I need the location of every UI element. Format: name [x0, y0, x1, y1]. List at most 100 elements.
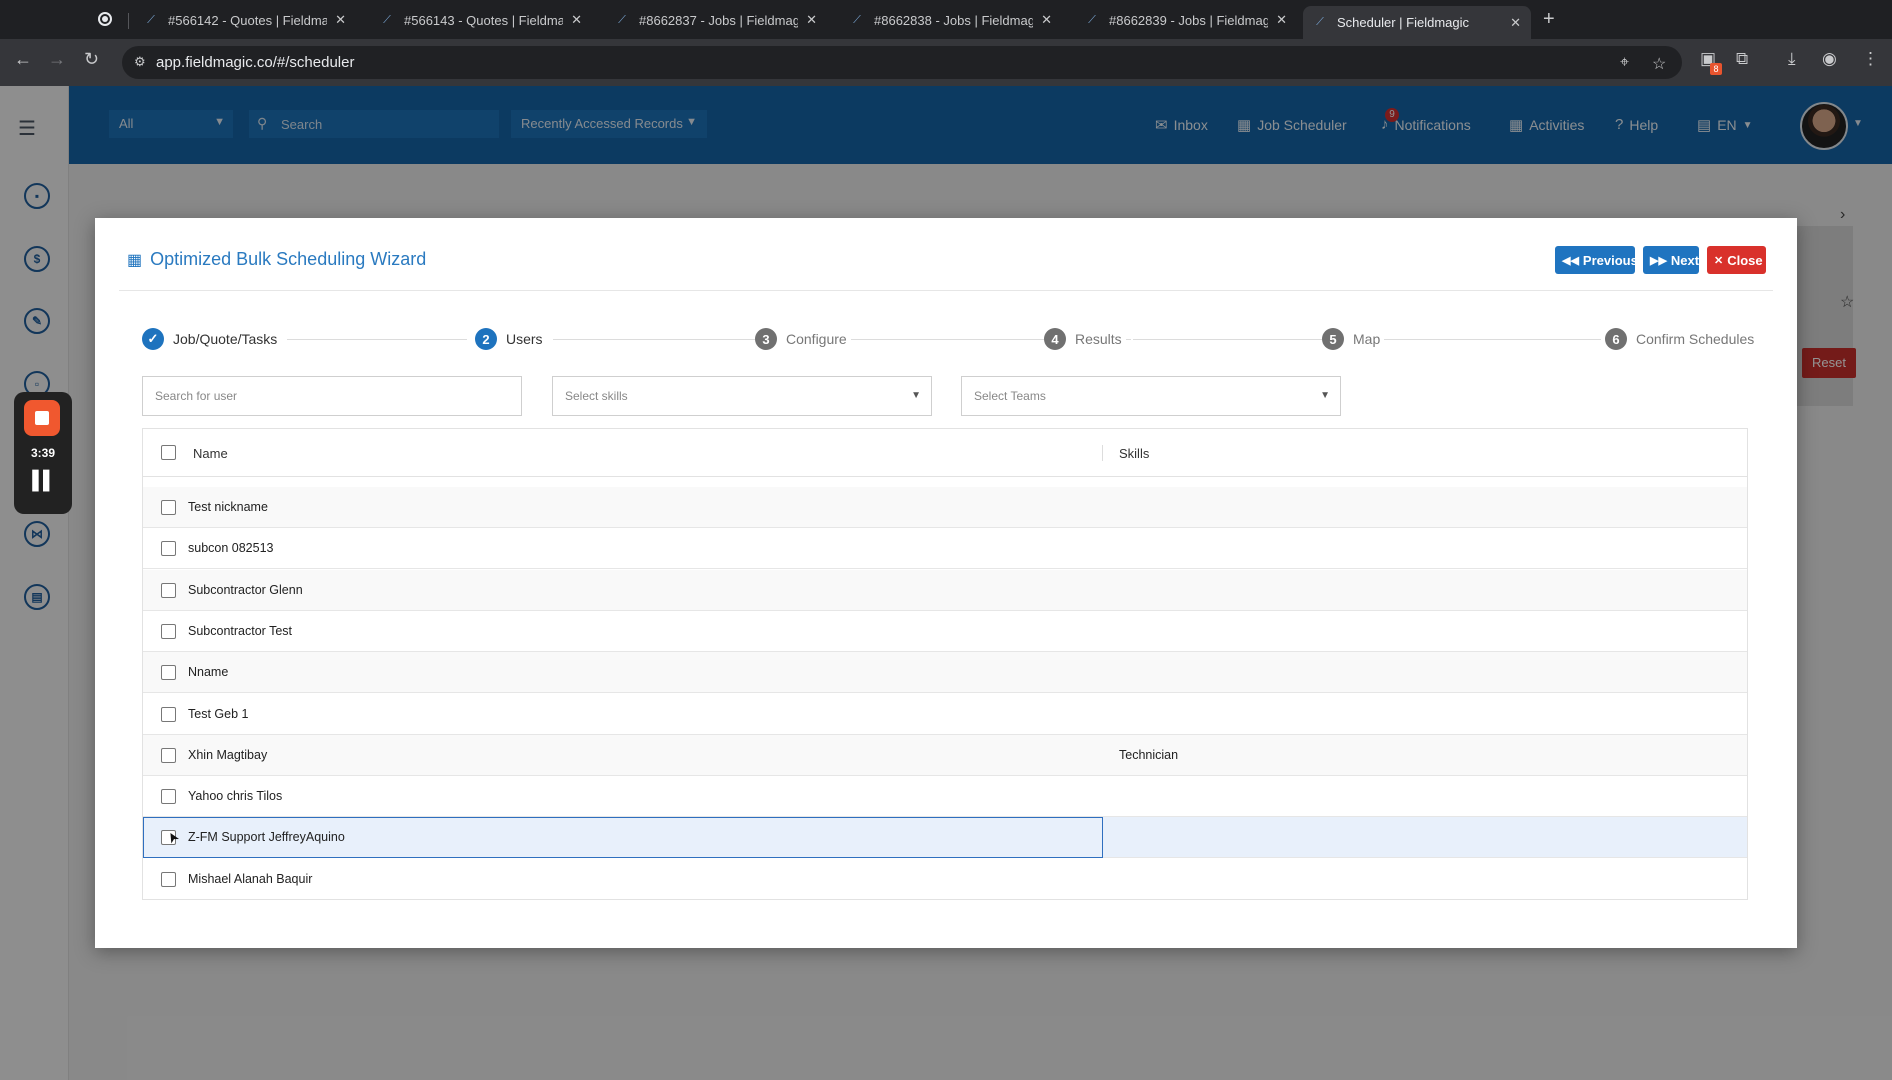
browser-tab[interactable]: ⟋ #566142 - Quotes | Fieldmag ✕ [134, 6, 356, 34]
table-row[interactable]: Subcontractor Glenn [143, 569, 1747, 611]
close-button[interactable]: ✕ Close [1707, 246, 1766, 274]
tab-close-icon[interactable]: ✕ [1510, 15, 1521, 31]
tab-title: #566142 - Quotes | Fieldmag [168, 12, 328, 28]
table-row[interactable]: Mishael Alanah Baquir [143, 858, 1747, 899]
reload-icon[interactable]: ↻ [84, 49, 99, 70]
download-icon[interactable]: ⤓ [1788, 49, 1796, 69]
row-checkbox[interactable] [161, 789, 176, 805]
table-row[interactable]: Yahoo chris Tilos [143, 776, 1747, 818]
fieldmagic-favicon-icon: ⟋ [383, 13, 391, 26]
fast-forward-icon: ▶▶ [1650, 254, 1667, 267]
table-row[interactable]: Z-FM Support JeffreyAquino ➤ [143, 817, 1747, 859]
step-number: 5 [1322, 328, 1344, 350]
previous-button[interactable]: ◀◀ Previous [1555, 246, 1638, 274]
user-name: Yahoo chris Tilos [188, 789, 283, 804]
step-label: Results [1075, 331, 1122, 347]
tab-close-icon[interactable]: ✕ [571, 12, 582, 28]
tab-title: #8662839 - Jobs | Fieldmagi [1109, 12, 1269, 28]
step-label: Job/Quote/Tasks [173, 331, 278, 347]
step-results[interactable]: 4 Results [1044, 328, 1126, 350]
step-confirm-schedules[interactable]: 6 Confirm Schedules [1601, 328, 1755, 350]
modal-title-text: Optimized Bulk Scheduling Wizard [150, 249, 427, 269]
recording-time: 3:39 [30, 446, 56, 460]
step-connector [287, 339, 467, 340]
modal-title: ▦ Optimized Bulk Scheduling Wizard [127, 249, 426, 270]
row-checkbox[interactable] [161, 747, 176, 763]
step-label: Configure [786, 331, 847, 347]
close-label: Close [1727, 252, 1763, 268]
step-configure[interactable]: 3 Configure [755, 328, 851, 350]
user-name: Test Geb 1 [188, 706, 249, 721]
users-table: Name Skills Test nickname subcon 082513 Su… [142, 428, 1748, 900]
browser-tab[interactable]: ⟋ #566143 - Quotes | Fieldmag ✕ [370, 6, 592, 34]
user-name: Subcontractor Glenn [188, 582, 303, 597]
user-skills: Technician [1119, 747, 1179, 762]
site-info-icon[interactable]: ⚙ [134, 54, 146, 70]
column-header-skills[interactable]: Skills [1119, 446, 1149, 461]
row-checkbox[interactable] [161, 582, 176, 598]
row-checkbox[interactable] [161, 541, 176, 557]
row-checkbox[interactable] [161, 871, 176, 887]
tab-title: #8662838 - Jobs | Fieldmagi [874, 12, 1034, 28]
user-name: subcon 082513 [188, 541, 274, 556]
browser-tab[interactable]: ⟋ #8662839 - Jobs | Fieldmagi ✕ [1075, 6, 1297, 34]
new-tab-button[interactable]: + [1543, 8, 1555, 31]
table-row[interactable]: Subcontractor Test [143, 610, 1747, 652]
table-row[interactable]: subcon 082513 [143, 528, 1747, 570]
table-row[interactable]: Nname [143, 652, 1747, 694]
screen-recorder-widget: 3:39 ▌▌ [14, 392, 72, 514]
column-divider[interactable] [1102, 445, 1103, 461]
tab-title: Scheduler | Fieldmagic [1337, 15, 1469, 30]
step-label: Users [506, 331, 543, 347]
stop-recording-button[interactable] [24, 400, 60, 436]
tab-close-icon[interactable]: ✕ [335, 12, 346, 28]
tab-title: #566143 - Quotes | Fieldmag [404, 12, 564, 28]
step-users[interactable]: 2 Users [475, 328, 543, 350]
select-all-checkbox[interactable] [161, 445, 176, 460]
search-placeholder: Search for user [155, 389, 238, 403]
tab-separator [128, 13, 129, 29]
chevron-down-icon: ▼ [1320, 390, 1330, 401]
profile-icon[interactable]: ◉ [1822, 49, 1837, 69]
row-checkbox[interactable] [161, 706, 176, 722]
menu-dots-icon[interactable]: ⋮ [1862, 49, 1879, 69]
skills-placeholder: Select skills [565, 389, 628, 403]
step-number: 4 [1044, 328, 1066, 350]
pause-icon[interactable]: ▌▌ [14, 470, 72, 491]
check-icon: ✓ [142, 328, 164, 350]
browser-tab[interactable]: ⟋ #8662838 - Jobs | Fieldmagi ✕ [840, 6, 1062, 34]
close-icon: ✕ [1714, 254, 1724, 267]
step-map[interactable]: 5 Map [1322, 328, 1385, 350]
forward-icon[interactable]: → [48, 49, 66, 70]
back-icon[interactable]: ← [14, 49, 32, 70]
next-button[interactable]: ▶▶ Next [1643, 246, 1699, 274]
user-search-input[interactable]: Search for user [142, 376, 522, 416]
row-checkbox[interactable] [161, 623, 176, 639]
browser-tab-active[interactable]: ⟋ Scheduler | Fieldmagic ✕ [1303, 6, 1531, 39]
column-header-name[interactable]: Name [193, 446, 228, 461]
table-row[interactable]: Test nickname [143, 487, 1747, 528]
browser-tab[interactable]: ⟋ #8662837 - Jobs | Fieldmagi ✕ [605, 6, 827, 34]
bookmark-star-icon[interactable]: ☆ [1652, 54, 1666, 74]
bulk-scheduling-wizard-modal: ▦ Optimized Bulk Scheduling Wizard ◀◀ Pr… [95, 218, 1797, 948]
chevron-down-icon: ▼ [911, 390, 921, 401]
step-label: Map [1353, 331, 1381, 347]
fieldmagic-favicon-icon: ⟋ [147, 13, 155, 26]
url-bar[interactable]: ⚙ app.fieldmagic.co/#/scheduler ⌖ ☆ [122, 46, 1682, 79]
table-row[interactable]: Xhin Magtibay Technician [143, 734, 1747, 776]
row-checkbox[interactable] [161, 500, 176, 515]
previous-label: Previous [1582, 252, 1638, 268]
tab-close-icon[interactable]: ✕ [1041, 12, 1052, 28]
location-icon[interactable]: ⌖ [1620, 54, 1629, 72]
fieldmagic-favicon-icon: ⟋ [618, 13, 626, 26]
browser-address-bar: ← → ↻ ⚙ app.fieldmagic.co/#/scheduler ⌖ … [0, 39, 1892, 86]
row-checkbox[interactable] [161, 665, 176, 681]
step-job-quote-tasks[interactable]: ✓ Job/Quote/Tasks [142, 328, 277, 350]
puzzle-icon[interactable]: ⧉ [1736, 49, 1748, 69]
skills-select[interactable]: Select skills ▼ [552, 376, 932, 416]
tab-close-icon[interactable]: ✕ [1276, 12, 1287, 28]
table-row[interactable]: Test Geb 1 [143, 693, 1747, 735]
user-name: Z-FM Support JeffreyAquino [188, 830, 345, 845]
teams-select[interactable]: Select Teams ▼ [961, 376, 1341, 416]
tab-close-icon[interactable]: ✕ [806, 12, 817, 28]
